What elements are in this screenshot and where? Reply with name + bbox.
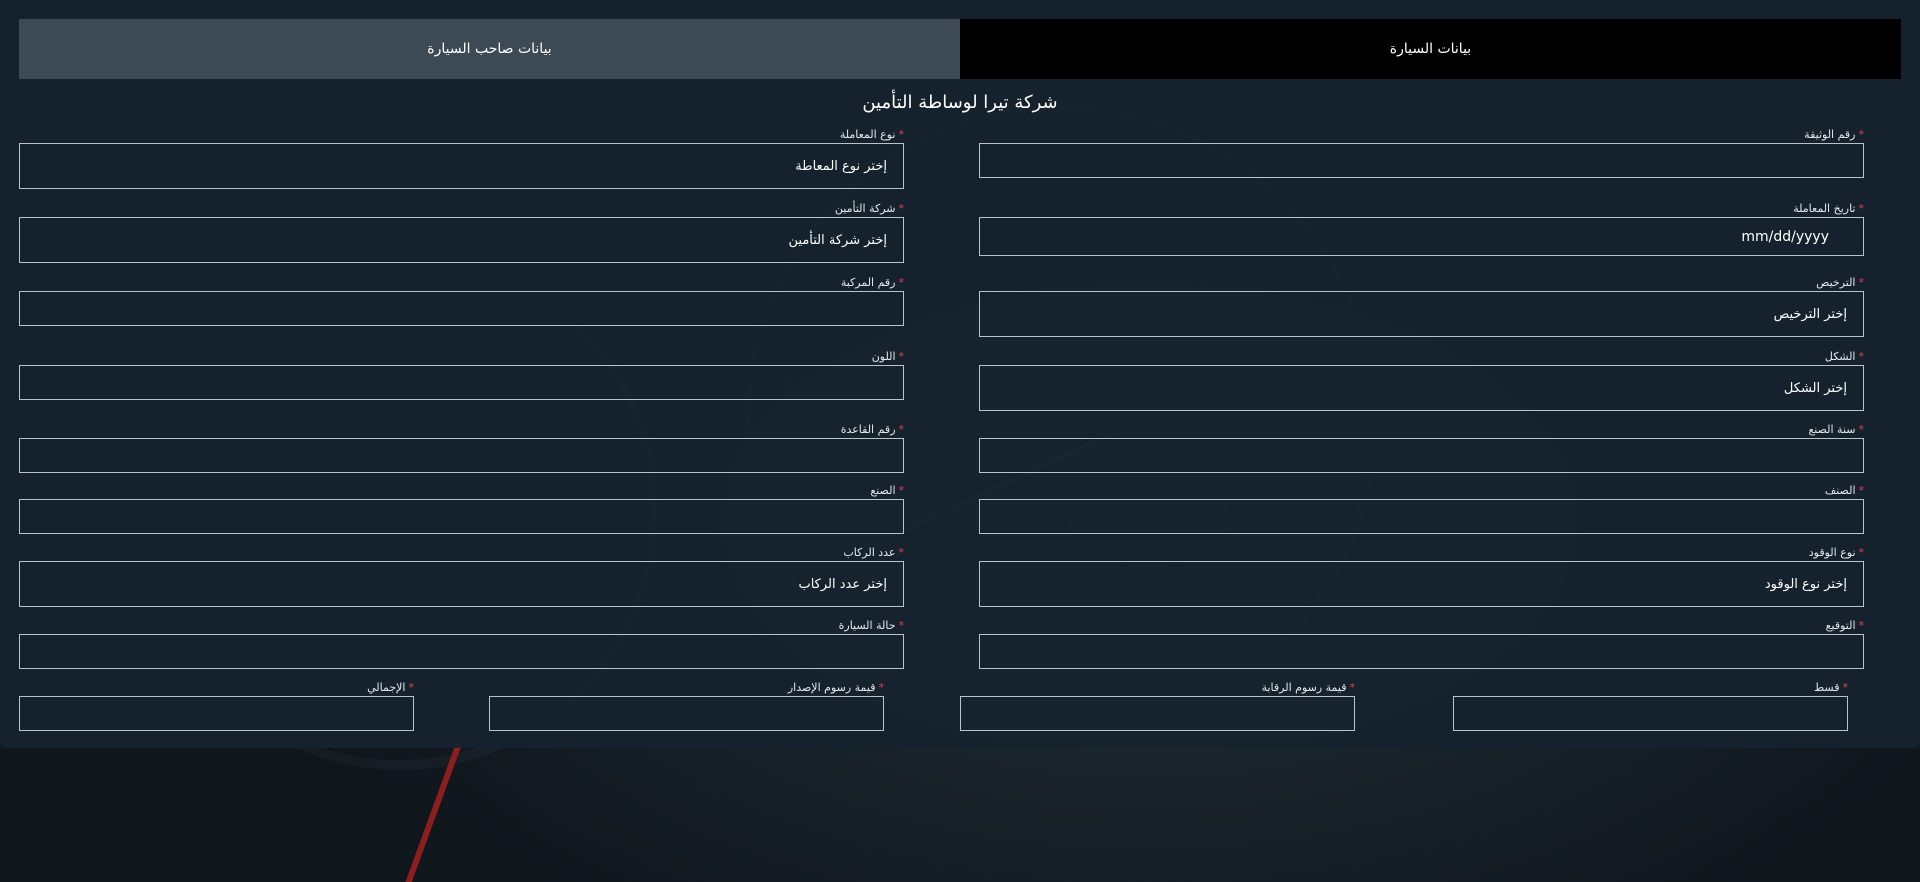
field-label: نوع المعاملة bbox=[839, 128, 896, 141]
installment-input[interactable] bbox=[1453, 696, 1848, 731]
required-mark: * bbox=[898, 546, 905, 559]
tab-owner-data[interactable]: بيانات صاحب السيارة bbox=[19, 19, 960, 79]
field-label: اللون bbox=[871, 350, 896, 363]
required-mark: * bbox=[1349, 681, 1356, 694]
field-label: التوقيع bbox=[1825, 619, 1856, 632]
document-number-input[interactable] bbox=[979, 143, 1864, 178]
tab-bar: بيانات السيارة بيانات صاحب السيارة bbox=[19, 19, 1901, 79]
field-label: تاريخ المعاملة bbox=[1793, 202, 1856, 215]
page-title: شركة تيرا لوساطة التأمين bbox=[862, 92, 1058, 113]
field-inspection-fee: قيمة رسوم الرقابة * bbox=[960, 681, 1355, 731]
required-mark: * bbox=[898, 350, 905, 363]
required-mark: * bbox=[878, 681, 885, 694]
required-mark: * bbox=[1858, 619, 1865, 632]
chassis-number-input[interactable] bbox=[19, 438, 904, 473]
field-passengers: عدد الركاب * إختر عدد الركاب bbox=[19, 546, 904, 607]
shape-select[interactable]: إختر الشكل bbox=[979, 365, 1864, 411]
issuance-fee-input[interactable] bbox=[489, 696, 884, 731]
field-make: الصنع * bbox=[19, 484, 904, 534]
fuel-type-select[interactable]: إختر نوع الوقود bbox=[979, 561, 1864, 607]
field-label: رقم الوثيقة bbox=[1804, 128, 1856, 141]
field-vehicle-number: رقم المركبة * bbox=[19, 276, 904, 326]
car-status-input[interactable] bbox=[19, 634, 904, 669]
required-mark: * bbox=[898, 202, 905, 215]
passengers-select[interactable]: إختر عدد الركاب bbox=[19, 561, 904, 607]
required-mark: * bbox=[898, 276, 905, 289]
category-input[interactable] bbox=[979, 499, 1864, 534]
field-label: قسط bbox=[1813, 681, 1840, 694]
field-issuance-fee: قيمة رسوم الإصدار * bbox=[489, 681, 884, 731]
field-shape: الشكل * إختر الشكل bbox=[979, 350, 1864, 411]
signature-input[interactable] bbox=[979, 634, 1864, 669]
field-label: قيمة رسوم الإصدار bbox=[787, 681, 876, 694]
required-mark: * bbox=[1858, 128, 1865, 141]
required-mark: * bbox=[1858, 546, 1865, 559]
vehicle-number-input[interactable] bbox=[19, 291, 904, 326]
required-mark: * bbox=[1842, 681, 1849, 694]
color-input[interactable] bbox=[19, 365, 904, 400]
insurance-company-select[interactable]: إختر شركة التأمين bbox=[19, 217, 904, 263]
field-label: نوع الوقود bbox=[1808, 546, 1856, 559]
required-mark: * bbox=[1858, 350, 1865, 363]
required-mark: * bbox=[1858, 423, 1865, 436]
field-label: الصنع bbox=[870, 484, 896, 497]
field-label: حالة السيارة bbox=[838, 619, 896, 632]
field-transaction-type: نوع المعاملة * إختر نوع المعاطة bbox=[19, 128, 904, 189]
field-car-status: حالة السيارة * bbox=[19, 619, 904, 669]
transaction-date-input[interactable]: mm/dd/yyyy bbox=[979, 217, 1864, 256]
field-label: الصنف bbox=[1824, 484, 1856, 497]
form-panel: بيانات السيارة بيانات صاحب السيارة شركة … bbox=[0, 0, 1920, 748]
required-mark: * bbox=[1858, 484, 1865, 497]
field-label: عدد الركاب bbox=[843, 546, 896, 559]
field-label: سنة الصنع bbox=[1808, 423, 1856, 436]
field-transaction-date: تاريخ المعاملة * mm/dd/yyyy bbox=[979, 202, 1864, 256]
manufacture-year-input[interactable] bbox=[979, 438, 1864, 473]
transaction-type-select[interactable]: إختر نوع المعاطة bbox=[19, 143, 904, 189]
field-label: الشكل bbox=[1824, 350, 1856, 363]
license-select[interactable]: إختر الترخيص bbox=[979, 291, 1864, 337]
field-label: الإجمالي bbox=[367, 681, 406, 694]
required-mark: * bbox=[1858, 202, 1865, 215]
field-label: الترخيص bbox=[1816, 276, 1856, 289]
required-mark: * bbox=[1858, 276, 1865, 289]
field-label: شركة التأمين bbox=[834, 202, 896, 215]
field-insurance-company: شركة التأمين * إختر شركة التأمين bbox=[19, 202, 904, 263]
field-license: الترخيص * إختر الترخيص bbox=[979, 276, 1864, 337]
required-mark: * bbox=[898, 484, 905, 497]
required-mark: * bbox=[898, 619, 905, 632]
field-color: اللون * bbox=[19, 350, 904, 400]
field-chassis-number: رقم القاعدة * bbox=[19, 423, 904, 473]
required-mark: * bbox=[898, 128, 905, 141]
field-signature: التوقيع * bbox=[979, 619, 1864, 669]
required-mark: * bbox=[408, 681, 415, 694]
field-category: الصنف * bbox=[979, 484, 1864, 534]
field-label: رقم المركبة bbox=[840, 276, 896, 289]
field-document-number: رقم الوثيقة * bbox=[979, 128, 1864, 178]
inspection-fee-input[interactable] bbox=[960, 696, 1355, 731]
field-manufacture-year: سنة الصنع * bbox=[979, 423, 1864, 473]
field-label: قيمة رسوم الرقابة bbox=[1261, 681, 1347, 694]
tab-car-data[interactable]: بيانات السيارة bbox=[960, 19, 1901, 79]
total-input[interactable] bbox=[19, 696, 414, 731]
field-total: الإجمالي * bbox=[19, 681, 414, 731]
field-label: رقم القاعدة bbox=[840, 423, 896, 436]
field-installment: قسط * bbox=[1453, 681, 1848, 731]
make-input[interactable] bbox=[19, 499, 904, 534]
required-mark: * bbox=[898, 423, 905, 436]
field-fuel-type: نوع الوقود * إختر نوع الوقود bbox=[979, 546, 1864, 607]
background-needle-red bbox=[404, 743, 462, 882]
